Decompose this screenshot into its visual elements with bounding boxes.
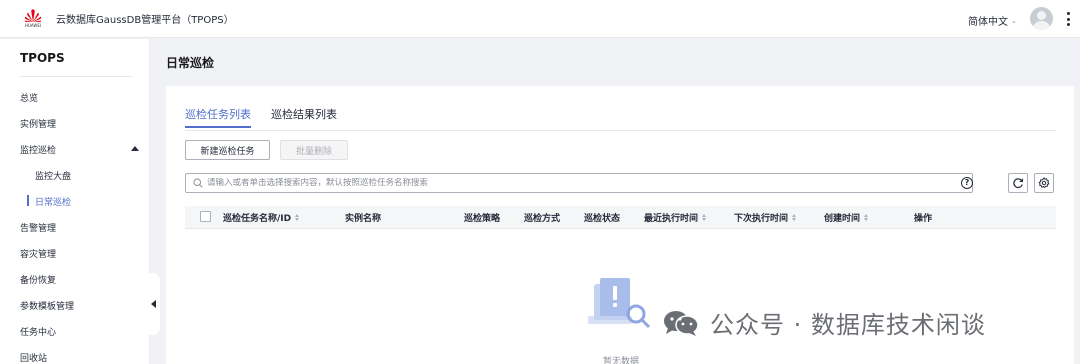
sidebar-title: TPOPS <box>20 51 65 65</box>
refresh-button[interactable] <box>1008 173 1028 193</box>
active-indicator <box>27 195 29 206</box>
column-label: 下次执行时间 <box>734 214 789 224</box>
column-label: 操作 <box>914 214 933 224</box>
column-label: 巡检状态 <box>584 214 621 224</box>
column-label: 巡检方式 <box>524 214 561 224</box>
new-task-button[interactable]: 新建巡检任务 <box>185 140 270 160</box>
column-header-next-run[interactable]: 下次执行时间 <box>734 211 797 224</box>
table-header-border <box>185 228 1056 229</box>
gear-icon <box>1038 177 1050 189</box>
wechat-icon <box>662 309 700 337</box>
language-selector[interactable]: 简体中文 ⌄ <box>968 13 1017 29</box>
sort-icon[interactable] <box>864 214 869 221</box>
column-label: 巡检任务名称/ID <box>223 214 292 224</box>
column-header-status: 巡检状态 <box>584 211 620 224</box>
sidebar-item-alarms[interactable]: 告警管理 <box>20 221 56 234</box>
column-label: 实例名称 <box>345 214 382 224</box>
tab-inspection-tasks[interactable]: 巡检任务列表 <box>185 106 251 128</box>
sidebar-item-overview[interactable]: 总览 <box>20 91 38 104</box>
sidebar-item-recycle-bin[interactable]: 回收站 <box>20 351 47 364</box>
sidebar-item-daily-inspection[interactable]: 日常巡检 <box>35 195 71 208</box>
user-avatar[interactable] <box>1030 7 1053 30</box>
search-box: ? <box>185 173 973 193</box>
column-header-instance-name: 实例名称 <box>345 211 381 224</box>
sidebar-item-tasks[interactable]: 任务中心 <box>20 325 56 338</box>
sort-icon[interactable] <box>792 214 797 221</box>
column-header-task-name[interactable]: 巡检任务名称/ID <box>223 211 300 224</box>
sidebar: TPOPS 总览 实例管理 监控巡检 监控大盘 日常巡检 告警管理 容灾管理 备… <box>0 39 150 364</box>
help-icon[interactable]: ? <box>961 177 973 189</box>
sidebar-item-monitoring-dashboard[interactable]: 监控大盘 <box>35 169 71 182</box>
sidebar-collapse-button[interactable] <box>146 273 160 335</box>
column-header-created[interactable]: 创建时间 <box>824 211 869 224</box>
empty-state-icon <box>586 276 656 336</box>
column-header-actions: 操作 <box>914 211 932 224</box>
column-label: 巡检策略 <box>464 214 501 224</box>
sort-icon[interactable] <box>702 214 707 221</box>
watermark-text: 公众号 · 数据库技术闲谈 <box>710 311 986 339</box>
column-header-method: 巡检方式 <box>524 211 560 224</box>
tab-divider <box>185 130 1056 131</box>
table-header: 巡检任务名称/ID 实例名称 巡检策略 巡检方式 巡检状态 最近执行时间 下次执… <box>185 206 1056 228</box>
refresh-icon <box>1013 178 1024 189</box>
batch-delete-button[interactable]: 批量删除 <box>280 140 348 160</box>
more-menu-icon[interactable] <box>1065 10 1071 28</box>
sort-icon[interactable] <box>295 214 300 221</box>
column-label: 最近执行时间 <box>644 214 699 224</box>
sidebar-item-monitoring[interactable]: 监控巡检 <box>20 143 56 156</box>
sidebar-item-param-templates[interactable]: 参数模板管理 <box>20 299 74 312</box>
logo-wordmark: HUAWEI <box>24 22 42 28</box>
chevron-down-icon: ⌄ <box>1011 16 1017 25</box>
caret-up-icon[interactable] <box>131 146 139 151</box>
sidebar-item-backup[interactable]: 备份恢复 <box>20 273 56 286</box>
column-header-last-run[interactable]: 最近执行时间 <box>644 211 707 224</box>
select-all-checkbox[interactable] <box>200 211 211 222</box>
tab-inspection-results[interactable]: 巡检结果列表 <box>271 106 337 128</box>
huawei-logo[interactable]: HUAWEI <box>22 8 44 30</box>
app-title: 云数据库GaussDB管理平台（TPOPS） <box>56 15 234 26</box>
language-label: 简体中文 <box>968 17 1008 28</box>
sidebar-item-instances[interactable]: 实例管理 <box>20 117 56 130</box>
column-label: 创建时间 <box>824 214 861 224</box>
sidebar-divider <box>20 76 132 77</box>
sidebar-item-disaster-recovery[interactable]: 容灾管理 <box>20 247 56 260</box>
top-header: HUAWEI 云数据库GaussDB管理平台（TPOPS） 简体中文 ⌄ <box>0 0 1080 38</box>
tab-bar: 巡检任务列表 巡检结果列表 <box>185 106 357 128</box>
empty-state-text: 暂无数据 <box>603 357 640 364</box>
search-icon <box>193 178 203 188</box>
collapse-left-icon <box>150 300 156 308</box>
column-header-strategy: 巡检策略 <box>464 211 500 224</box>
watermark: 公众号 · 数据库技术闲谈 <box>662 305 986 340</box>
huawei-logo-icon <box>24 8 42 22</box>
settings-button[interactable] <box>1034 173 1054 193</box>
search-input[interactable] <box>207 178 907 188</box>
page-title: 日常巡检 <box>166 56 215 70</box>
